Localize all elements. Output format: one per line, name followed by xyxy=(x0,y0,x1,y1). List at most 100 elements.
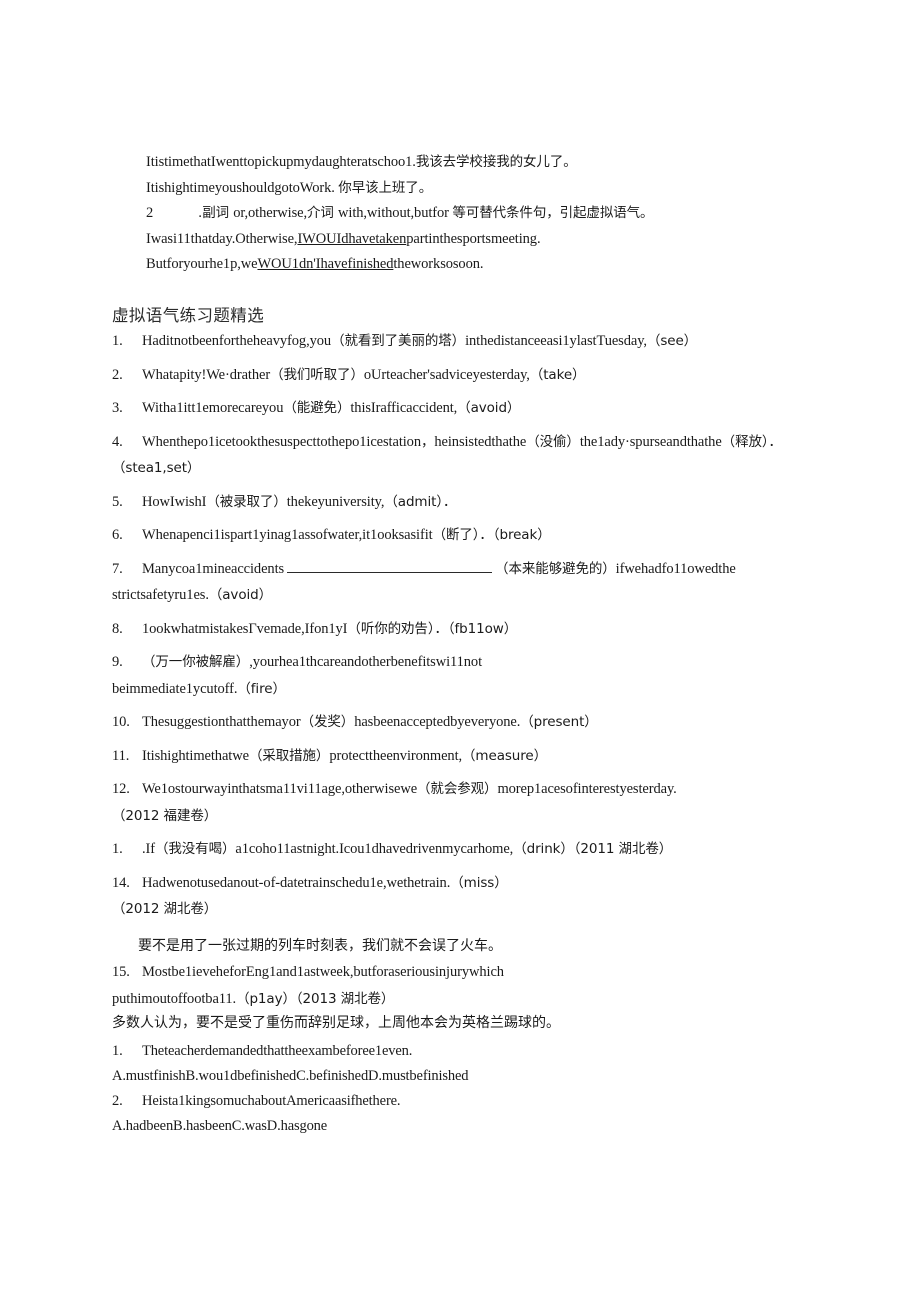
english-text: Haditnotbeenfortheheavyfog,you xyxy=(142,333,332,349)
exercise-number: 2. xyxy=(112,366,123,383)
chinese-text: （miss） xyxy=(450,874,508,891)
english-text: oUrteacher'sadviceyesterday, xyxy=(363,366,530,383)
exercise-item: 11. Itishightimethatwe（采取措施）protecttheenv… xyxy=(112,743,812,770)
exercise-item: 2. Whatapity!We·drather（我们听取了）oUrteacher'… xyxy=(112,362,812,389)
mc-question-number: 2. xyxy=(112,1092,123,1109)
chinese-text: （see） xyxy=(646,333,698,349)
rule-number: 2 xyxy=(146,205,154,221)
exercise-item: 6. Whenapenci1ispart1yinag1assofwater,it1… xyxy=(112,522,812,549)
chinese-text: （被录取了） xyxy=(206,493,287,510)
chinese-text: （avoid） xyxy=(208,587,273,603)
chinese-text: （fire） xyxy=(237,680,286,697)
english-text: a1coho11astnight.Icou1dhavedrivenmycarho… xyxy=(235,841,514,857)
chinese-text: 等可替代条件句，引起虚拟语气。 xyxy=(452,205,654,221)
english-text: Hadwenotusedanout-of-datetrainschedu1e,w… xyxy=(142,874,451,891)
exercise-number: 7. xyxy=(112,560,123,577)
chinese-text: （我没有喝） xyxy=(154,841,236,857)
english-text: ,yourhea1thcareandotherbenefitswi11not xyxy=(249,654,483,670)
mc-question-number: 1. xyxy=(112,1042,123,1059)
underlined-answer: IWOUIdhavetaken xyxy=(297,230,407,247)
document-page: ItistimethatIwenttopickupmydaughteratsch… xyxy=(0,0,920,1301)
english-text: strictsafetyru1es. xyxy=(112,587,209,603)
chinese-text: ， xyxy=(420,433,435,450)
english-text: Thesuggestionthatthemayor xyxy=(142,714,301,730)
chinese-text: （admit）． xyxy=(384,493,457,510)
exercise-item: 5. HowIwishI（被录取了）thekeyuniversity,（admit… xyxy=(112,489,812,516)
exercise-number: 3. xyxy=(112,400,123,416)
english-text: theworksosoon. xyxy=(393,256,484,272)
chinese-text: （听你的劝告）．（fb11ow） xyxy=(347,620,518,637)
english-text: partinthesportsmeeting. xyxy=(406,230,541,247)
translation-note: 要不是用了一张过期的列车时刻表，我们就不会误了火车。 xyxy=(138,937,502,954)
chinese-text: （万一你被解雇） xyxy=(142,654,250,670)
exercise-item: 3. Witha1itt1emorecareyou（能避免）thisIraffic… xyxy=(112,395,812,422)
chinese-text: （2012 湖北卷） xyxy=(112,901,218,917)
english-text: ifwehadfo11owedthe xyxy=(615,560,736,577)
mc-options: A.mustfinishB.wou1dbefinishedC.befinishe… xyxy=(112,1067,469,1084)
exercise-item: 15. Mostbe1ieveheforEng1and1astweek,butfo… xyxy=(112,959,812,1012)
exercise-number: 10. xyxy=(112,714,130,730)
english-text: thekeyuniversity, xyxy=(286,493,385,510)
chinese-text: （就看到了美丽的塔） xyxy=(331,333,466,349)
chinese-text: （本来能够避免的） xyxy=(495,560,616,577)
exercise-number: 12. xyxy=(112,781,130,797)
english-text: hasbeenacceptedbyeveryone. xyxy=(354,714,521,730)
english-text: We1ostourwayinthatsma11vi11age,otherwise… xyxy=(142,781,418,797)
chinese-text: （采取措施） xyxy=(248,747,330,764)
exercise-list: 1. Haditnotbeenfortheheavyfog,you（就看到了美丽的… xyxy=(112,328,812,1139)
exercise-item: 10. Thesuggestionthatthemayor（发奖）hasbeena… xyxy=(112,709,812,736)
mc-question-stem: 1. Theteacherdemandedthattheexambeforee1e… xyxy=(112,1039,812,1064)
english-text: Whenapenci1ispart1yinag1assofwater,it1oo… xyxy=(142,527,433,543)
exercise-number: 1. xyxy=(112,333,123,349)
exercise-item: 1. Haditnotbeenfortheheavyfog,you（就看到了美丽的… xyxy=(112,328,812,355)
english-text: .If xyxy=(142,841,155,857)
chinese-text: （发奖） xyxy=(300,714,355,730)
chinese-text: （没偷） xyxy=(526,433,580,450)
chinese-text: （断了）．（break） xyxy=(432,527,551,543)
exercise-item: 9. （万一你被解雇）,yourhea1thcareandotherbenefit… xyxy=(112,649,812,702)
chinese-text: .副词 xyxy=(198,205,234,221)
english-text: morep1acesofinterestyesterday. xyxy=(497,781,677,797)
english-text: Theteacherdemandedthattheexambeforee1eve… xyxy=(142,1042,413,1059)
intro-line-2: ItishightimeyoushouldgotoWork. 你早该上班了。 xyxy=(146,176,806,202)
mc-question-stem: 2. Heista1kingsomuchaboutAmericaasifhethe… xyxy=(112,1089,812,1114)
chinese-text: 我该去学校接我的女儿了。 xyxy=(415,154,577,170)
english-text: Witha1itt1emorecareyou xyxy=(142,400,284,416)
exercise-number: 1. xyxy=(112,841,123,857)
exercise-number: 15. xyxy=(112,964,130,980)
english-text: protecttheenvironment, xyxy=(329,747,463,764)
english-text: Whenthepo1icetookthesuspecttothepo1icest… xyxy=(142,433,421,450)
intro-block: ItistimethatIwenttopickupmydaughteratsch… xyxy=(146,150,806,278)
english-text: the1ady·spurseandthathe xyxy=(579,433,722,450)
exercise-number: 14. xyxy=(112,874,130,891)
exercise-number: 11. xyxy=(112,747,130,764)
english-text: or,otherwise, xyxy=(233,205,308,221)
exercise-number: 8. xyxy=(112,620,123,637)
chinese-text: （drink）（2011 湖北卷） xyxy=(513,841,673,857)
translation-note: 多数人认为，要不是受了重伤而辞别足球，上周他本会为英格兰踢球的。 xyxy=(112,1015,560,1031)
chinese-text: （2012 福建卷） xyxy=(112,807,218,824)
intro-line-1: ItistimethatIwenttopickupmydaughteratsch… xyxy=(146,150,806,176)
english-text: puthimoutoffootba11. xyxy=(112,990,237,1007)
multiple-choice-section: 1. Theteacherdemandedthattheexambeforee1e… xyxy=(112,1039,812,1139)
page-title: 虚拟语气练习题精选 xyxy=(112,306,265,325)
intro-line-5: Butforyourhe1p,weWOU1dn'Ihavefinishedthe… xyxy=(146,252,806,278)
exercise-number: 5. xyxy=(112,493,123,510)
underlined-answer: WOU1dn'Ihavefinished xyxy=(257,256,394,272)
chinese-text: 你早该上班了。 xyxy=(338,179,433,196)
chinese-text: （我们听取了） xyxy=(270,366,364,383)
english-text: thisIrafficaccident, xyxy=(350,400,458,416)
exercise-item: 7. Manycoa1mineaccidents （本来能够避免的）ifwehadf… xyxy=(112,556,812,609)
exercise-number: 9. xyxy=(112,654,123,670)
exercise-item: 12. We1ostourwayinthatsma11vi11age,otherw… xyxy=(112,776,812,829)
english-text: beimmediate1ycutoff. xyxy=(112,680,238,697)
exercise-item: 1. .If（我没有喝）a1coho11astnight.Icou1dhavedr… xyxy=(112,836,812,863)
english-text: heinsistedthathe xyxy=(434,433,527,450)
english-text: Whatapity!We·drather xyxy=(142,366,271,383)
exercise-number: 6. xyxy=(112,527,123,543)
english-text: HowIwishI xyxy=(142,493,207,510)
english-text: with,without,butfor xyxy=(338,205,453,221)
exercise-number: 4. xyxy=(112,433,123,450)
chinese-text: （avoid） xyxy=(457,400,521,416)
chinese-text: 介词 xyxy=(307,205,339,221)
